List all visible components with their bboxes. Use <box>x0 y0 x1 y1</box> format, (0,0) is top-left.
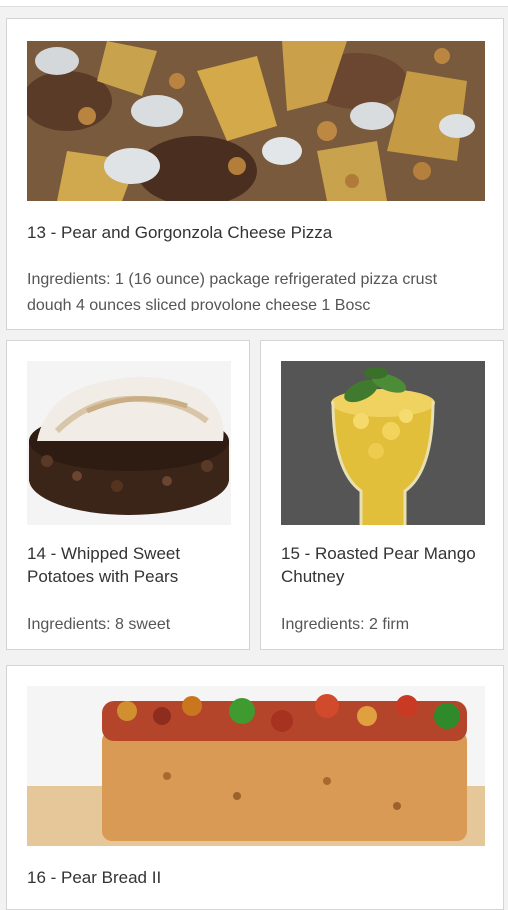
recipe-image-14[interactable] <box>27 361 231 525</box>
recipe-image-13[interactable] <box>27 41 485 201</box>
recipe-title-13[interactable]: 13 - Pear and Gorgonzola Cheese Pizza <box>27 221 485 244</box>
top-divider <box>0 0 508 7</box>
recipe-card-14[interactable]: 14 - Whipped Sweet Potatoes with Pears I… <box>6 340 250 650</box>
recipe-title-14[interactable]: 14 - Whipped Sweet Potatoes with Pears <box>27 542 237 588</box>
recipe-ingredients-13: Ingredients: 1 (16 ounce) package refrig… <box>27 271 438 311</box>
recipe-ingredients-15: Ingredients: 2 firm <box>281 616 410 633</box>
recipe-card-15[interactable]: 15 - Roasted Pear Mango Chutney Ingredie… <box>260 340 504 650</box>
recipe-image-16[interactable] <box>27 686 485 846</box>
recipe-title-15[interactable]: 15 - Roasted Pear Mango Chutney <box>281 542 491 588</box>
recipe-card-13[interactable]: 13 - Pear and Gorgonzola Cheese Pizza In… <box>6 18 504 330</box>
recipe-title-16[interactable]: 16 - Pear Bread II <box>27 866 485 889</box>
recipe-image-15[interactable] <box>281 361 485 525</box>
recipe-card-16[interactable]: 16 - Pear Bread II <box>6 665 504 910</box>
recipe-ingredients-14: Ingredients: 8 sweet <box>27 616 171 633</box>
